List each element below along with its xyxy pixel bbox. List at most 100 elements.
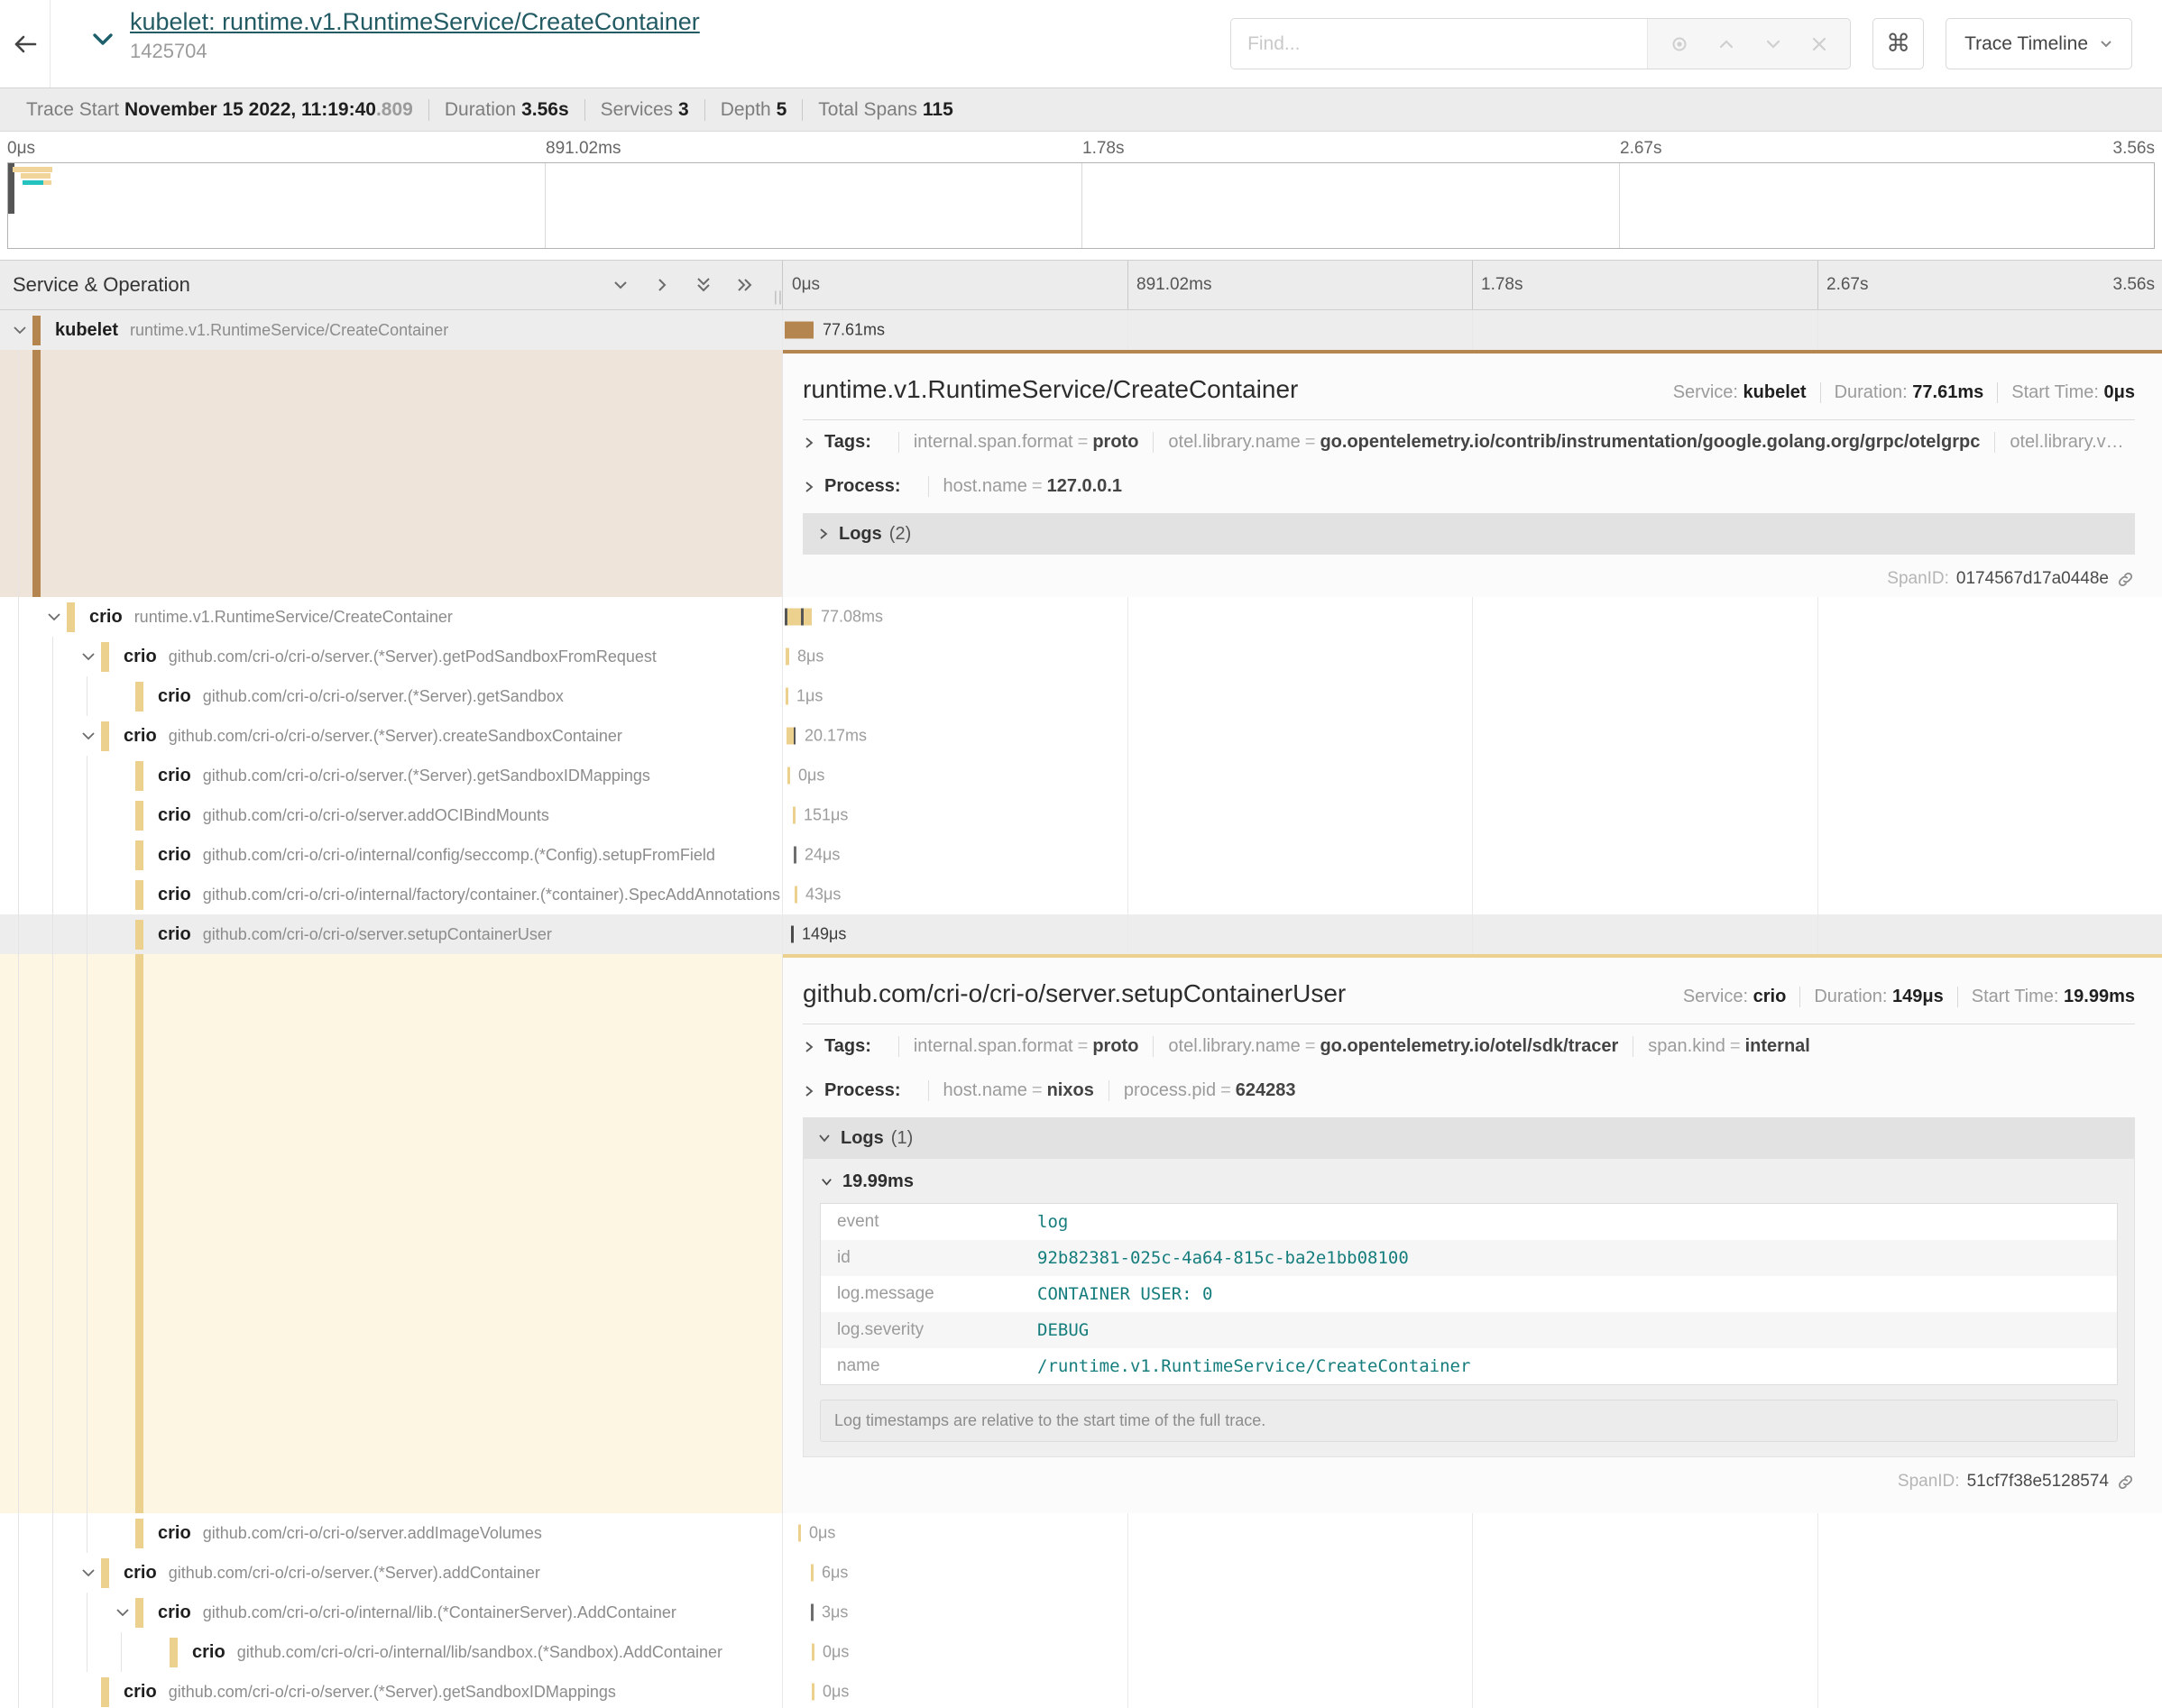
span-service: crio (158, 805, 191, 826)
copy-link-icon[interactable] (2116, 1473, 2135, 1492)
span-bar[interactable] (811, 1604, 814, 1621)
span-operation: github.com/cri-o/cri-o/server.(*Server).… (169, 647, 657, 666)
span-operation: github.com/cri-o/cri-o/server.(*Server).… (203, 687, 564, 706)
span-row[interactable]: crio github.com/cri-o/cri-o/internal/fac… (0, 875, 2162, 914)
span-operation: github.com/cri-o/cri-o/internal/lib.(*Co… (203, 1603, 676, 1622)
span-bar[interactable] (811, 1565, 814, 1582)
timeline-minimap: 0μs 891.02ms 1.78s 2.67s 3.56s (0, 132, 2162, 260)
tags-accordion[interactable]: Tags: internal.span.format=proto otel.li… (803, 1024, 2135, 1069)
span-row[interactable]: crio runtime.v1.RuntimeService/CreateCon… (0, 597, 2162, 637)
span-row[interactable]: crio github.com/cri-o/cri-o/server.(*Ser… (0, 676, 2162, 716)
span-row[interactable]: crio github.com/cri-o/cri-o/server.(*Ser… (0, 716, 2162, 756)
collapse-one-icon[interactable] (611, 275, 630, 295)
logs-accordion[interactable]: Logs (2) (803, 513, 2135, 555)
find-input[interactable] (1231, 19, 1647, 69)
span-service: crio (158, 686, 191, 707)
span-row[interactable]: crio github.com/cri-o/cri-o/internal/lib… (0, 1593, 2162, 1632)
trace-view-selector[interactable]: Trace Timeline (1946, 18, 2132, 69)
span-duration: 3μs (822, 1603, 848, 1622)
collapse-chevron-icon[interactable] (79, 647, 101, 666)
collapse-all-icon[interactable] (694, 275, 713, 295)
next-match-icon[interactable] (1763, 34, 1783, 54)
copy-link-icon[interactable] (2116, 570, 2135, 589)
service-color-bar (101, 642, 109, 672)
chevron-right-icon (803, 1084, 815, 1098)
minimap-canvas[interactable] (7, 162, 2155, 249)
service-color-bar (135, 1519, 143, 1548)
span-bar[interactable] (786, 648, 789, 666)
span-bar[interactable] (787, 767, 790, 785)
expand-one-icon[interactable] (652, 275, 672, 295)
collapse-chevron-icon[interactable] (11, 321, 32, 339)
span-bar[interactable] (786, 688, 788, 705)
trace-duration: Duration 3.56s (428, 99, 584, 121)
trace-total-spans: Total Spans 115 (802, 99, 968, 121)
span-detail-kubelet: runtime.v1.RuntimeService/CreateContaine… (0, 350, 2162, 597)
tags-accordion[interactable]: Tags: internal.span.format=proto otel.li… (803, 420, 2135, 464)
service-color-bar (135, 954, 143, 1513)
trace-title-link[interactable]: kubelet: runtime.v1.RuntimeService/Creat… (130, 7, 700, 38)
span-bar[interactable] (785, 322, 814, 339)
span-row[interactable]: crio github.com/cri-o/cri-o/server.(*Ser… (0, 756, 2162, 795)
process-accordion[interactable]: Process: host.name=nixos process.pid=624… (803, 1069, 2135, 1113)
minimap-span-bar (13, 167, 52, 172)
span-detail-crio: github.com/cri-o/cri-o/server.setupConta… (0, 954, 2162, 1513)
minimap-ticks: 0μs 891.02ms 1.78s 2.67s 3.56s (7, 139, 2155, 162)
span-operation: github.com/cri-o/cri-o/server.(*Server).… (203, 767, 650, 785)
span-bar[interactable] (785, 609, 812, 626)
collapse-chevron-icon[interactable] (79, 727, 101, 745)
span-operation: github.com/cri-o/cri-o/server.addOCIBind… (203, 806, 549, 825)
span-row[interactable]: crio github.com/cri-o/cri-o/internal/con… (0, 835, 2162, 875)
span-bar[interactable] (798, 1525, 801, 1542)
minimap-span-bar (21, 173, 51, 179)
span-id-value: 0174567d17a0448e (1956, 569, 2109, 589)
span-row[interactable]: kubelet runtime.v1.RuntimeService/Create… (0, 310, 2162, 350)
span-duration: 8μs (797, 647, 823, 666)
trace-view-label: Trace Timeline (1964, 33, 2088, 55)
service-color-bar (170, 1638, 178, 1667)
span-bar[interactable] (812, 1644, 814, 1661)
span-row[interactable]: crio github.com/cri-o/cri-o/server.(*Ser… (0, 1553, 2162, 1593)
spanid-row: SpanID: 0174567d17a0448e (803, 569, 2135, 589)
keyboard-shortcuts-button[interactable]: ⌘ (1872, 18, 1924, 69)
logs-accordion[interactable]: Logs (1) (803, 1117, 2135, 1159)
span-service: crio (124, 726, 157, 747)
span-row[interactable]: crio github.com/cri-o/cri-o/server.addIm… (0, 1513, 2162, 1553)
column-resizer[interactable]: || (774, 289, 783, 306)
trace-timeline-page: kubelet: runtime.v1.RuntimeService/Creat… (0, 0, 2162, 1708)
back-button[interactable] (0, 0, 51, 87)
log-field-row: name /runtime.v1.RuntimeService/CreateCo… (821, 1348, 2117, 1384)
process-accordion[interactable]: Process: host.name=127.0.0.1 (803, 464, 2135, 509)
service-color-bar (135, 880, 143, 910)
span-duration: 0μs (823, 1643, 849, 1662)
log-entry-accordion[interactable]: 19.99ms (820, 1171, 2118, 1192)
service-color-bar (135, 801, 143, 831)
span-id-value: 51cf7f38e5128574 (1967, 1472, 2109, 1492)
span-operation: github.com/cri-o/cri-o/server.(*Server).… (169, 1683, 616, 1702)
service-color-bar (67, 602, 75, 632)
span-duration: 0μs (823, 1683, 849, 1702)
span-row[interactable]: crio github.com/cri-o/cri-o/server.setup… (0, 914, 2162, 954)
collapse-trace-chevron-icon[interactable] (90, 29, 115, 63)
span-duration: 77.08ms (821, 608, 883, 627)
span-row[interactable]: crio github.com/cri-o/cri-o/server.addOC… (0, 795, 2162, 835)
span-row[interactable]: crio github.com/cri-o/cri-o/internal/lib… (0, 1632, 2162, 1672)
span-row[interactable]: crio github.com/cri-o/cri-o/server.(*Ser… (0, 637, 2162, 676)
span-bar[interactable] (793, 807, 796, 824)
collapse-chevron-icon[interactable] (114, 1603, 135, 1621)
clear-find-icon[interactable] (1810, 35, 1828, 53)
expand-all-icon[interactable] (735, 275, 755, 295)
collapse-chevron-icon[interactable] (45, 608, 67, 626)
detail-meta: Service: crio Duration: 149μs Start Time… (1670, 987, 2135, 1007)
focus-match-icon[interactable] (1670, 34, 1689, 54)
span-duration: 0μs (798, 767, 824, 785)
span-bar[interactable] (812, 1684, 814, 1701)
prev-match-icon[interactable] (1716, 34, 1736, 54)
span-duration: 6μs (822, 1564, 848, 1583)
span-bar[interactable] (794, 847, 796, 864)
span-bar[interactable] (795, 886, 797, 904)
span-row[interactable]: crio github.com/cri-o/cri-o/server.(*Ser… (0, 1672, 2162, 1708)
collapse-chevron-icon[interactable] (79, 1564, 101, 1582)
detail-title: github.com/cri-o/cri-o/server.setupConta… (803, 979, 1346, 1008)
span-bar[interactable] (791, 926, 794, 943)
